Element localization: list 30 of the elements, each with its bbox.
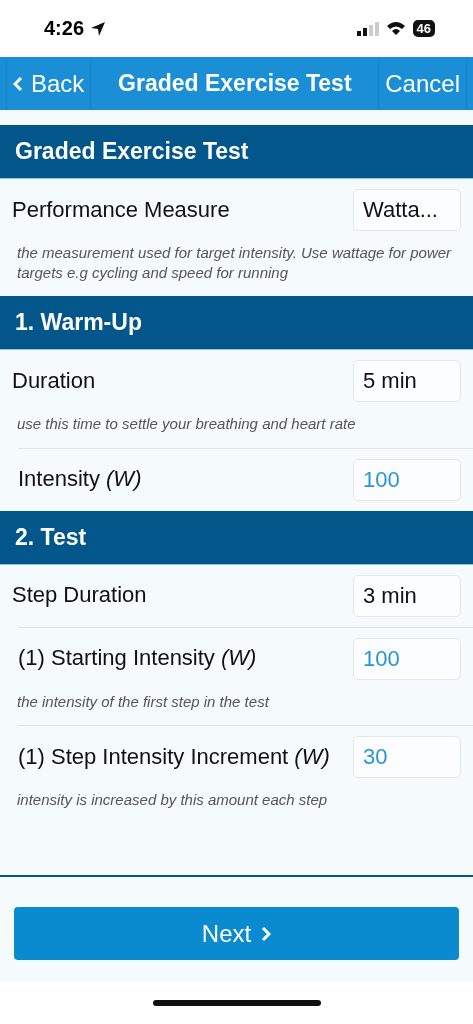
picker-field[interactable]: Watta...: [353, 189, 461, 231]
field-hint: the measurement used for target intensity. Use wattage for power targets e.g cycling and speed for running: [16, 243, 453, 283]
chevron-right-icon: [261, 925, 272, 942]
number-input[interactable]: 100: [353, 637, 461, 680]
back-button[interactable]: Back: [6, 57, 92, 110]
number-input[interactable]: 30: [353, 736, 461, 778]
field-hint: intensity is increased by this amount each step: [16, 790, 329, 810]
battery-icon: 46: [412, 20, 435, 37]
section-header: 2. Test: [0, 510, 473, 565]
field-label: Step Duration: [12, 582, 147, 609]
number-input[interactable]: 100: [353, 458, 461, 501]
field-label: Performance Measure: [12, 196, 230, 224]
signal-icon: [356, 21, 379, 36]
section-header: Graded Exercise Test: [0, 125, 473, 179]
cancel-button[interactable]: Cancel: [378, 57, 467, 110]
status-time: 4:26: [44, 17, 85, 40]
chevron-left-icon: [13, 75, 23, 92]
picker-field[interactable]: 5 min: [353, 360, 461, 402]
nav-title: Graded Exercise Test: [117, 70, 353, 97]
section-header: 1. Warm-Up: [0, 296, 473, 350]
wifi-icon: [385, 21, 406, 36]
location-arrow-icon: [90, 20, 107, 37]
field-hint: use this time to settle your breathing and heart rate: [16, 414, 357, 434]
picker-field[interactable]: 3 min: [353, 574, 461, 617]
field-label: Duration: [12, 367, 96, 395]
field-label: (1) Step Intensity Increment (W): [18, 743, 330, 771]
next-button[interactable]: Next: [14, 907, 459, 960]
field-hint: the intensity of the first step in the test: [16, 691, 271, 712]
field-label: Intensity (W): [18, 466, 142, 493]
field-label: (1) Starting Intensity (W): [18, 645, 257, 672]
